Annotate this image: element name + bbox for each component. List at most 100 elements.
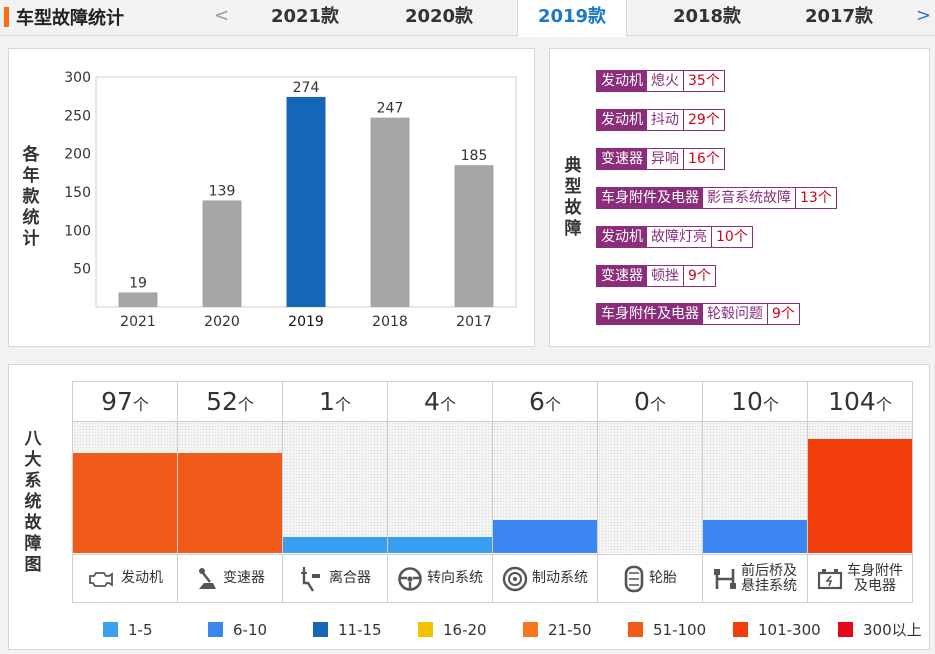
systems-table: 97个 发动机 52个 变速器 1个 离合器 4个 转向系统 6个 制动系统 0… xyxy=(72,381,913,603)
x-tick-label: 2020 xyxy=(204,314,240,330)
system-label: 离合器 xyxy=(283,554,387,602)
fault-count: 10个 xyxy=(712,227,752,247)
eight-systems-panel: 八大系统故障图 97个 发动机 52个 变速器 1个 离合器 4个 转向系统 6… xyxy=(8,364,930,650)
eight-systems-label: 八大系统故障图 xyxy=(24,429,42,575)
brake-disc-icon xyxy=(502,566,528,591)
legend-item: 1-5 xyxy=(103,619,208,640)
fault-category: 变速器 xyxy=(597,266,647,286)
system-count: 1个 xyxy=(283,382,387,422)
system-level-bar xyxy=(73,453,177,553)
next-arrow-icon[interactable]: > xyxy=(916,5,931,26)
system-level-bar xyxy=(388,537,492,553)
bar xyxy=(370,117,410,307)
fault-count: 9个 xyxy=(768,304,799,324)
x-tick-label: 2019 xyxy=(288,314,324,330)
system-steering[interactable]: 4个 转向系统 xyxy=(388,382,493,602)
legend-swatch xyxy=(418,622,433,637)
legend-item: 16-20 xyxy=(418,619,523,640)
system-level-bar xyxy=(283,537,387,553)
tab-2019[interactable]: 2019款 xyxy=(517,0,627,37)
tab-2020[interactable]: 2020款 xyxy=(392,0,486,36)
system-engine[interactable]: 97个 发动机 xyxy=(73,382,178,602)
system-level-box xyxy=(73,422,177,553)
system-count: 52个 xyxy=(178,382,282,422)
fault-count: 13个 xyxy=(796,188,836,208)
year-stats-panel: 各年款统计 50 100 150 200 250 300 19 2021 139 2020 274 2… xyxy=(8,48,535,347)
system-count: 104个 xyxy=(808,382,912,422)
fault-item[interactable]: 发动机 抖动 29个 xyxy=(596,109,725,131)
system-tire[interactable]: 0个 轮胎 xyxy=(598,382,703,602)
fault-type: 熄火 xyxy=(647,71,684,91)
bar xyxy=(202,200,242,307)
bar-value-label: 247 xyxy=(377,101,404,117)
system-label: 轮胎 xyxy=(598,554,702,602)
system-brake[interactable]: 6个 制动系统 xyxy=(493,382,598,602)
severity-legend: 1-5 6-10 11-15 16-20 21-50 51-100 101-30… xyxy=(103,619,935,640)
fault-item[interactable]: 发动机 熄火 35个 xyxy=(596,70,725,92)
legend-item: 300以上 xyxy=(838,619,935,640)
x-tick-label: 2021 xyxy=(120,314,156,330)
fault-type: 故障灯亮 xyxy=(647,227,712,247)
year-bar-chart: 50 100 150 200 250 300 19 2021 139 2020 274 2019 247… xyxy=(64,70,517,330)
system-count: 10个 xyxy=(703,382,807,422)
system-level-box xyxy=(703,422,807,553)
bar xyxy=(118,292,158,307)
legend-item: 6-10 xyxy=(208,619,313,640)
fault-item[interactable]: 车身附件及电器 影音系统故障 13个 xyxy=(596,187,837,209)
x-tick-label: 2018 xyxy=(372,314,408,330)
fault-category: 车身附件及电器 xyxy=(597,188,703,208)
clutch-icon xyxy=(301,566,320,592)
fault-count: 35个 xyxy=(684,71,724,91)
fault-category: 变速器 xyxy=(597,149,647,169)
legend-item: 51-100 xyxy=(628,619,733,640)
fault-item[interactable]: 变速器 异响 16个 xyxy=(596,148,725,170)
page-title: 车型故障统计 xyxy=(16,8,124,29)
tab-2018[interactable]: 2018款 xyxy=(660,0,754,36)
system-level-bar xyxy=(178,453,282,553)
legend-swatch xyxy=(733,622,748,637)
fault-item[interactable]: 变速器 顿挫 9个 xyxy=(596,265,716,287)
system-level-box xyxy=(388,422,492,553)
system-count: 0个 xyxy=(598,382,702,422)
fault-type: 影音系统故障 xyxy=(703,188,796,208)
tab-2021[interactable]: 2021款 xyxy=(258,0,352,36)
y-tick-label: 100 xyxy=(64,223,91,239)
gear-shift-icon xyxy=(199,567,216,589)
fault-count: 9个 xyxy=(684,266,715,286)
title-accent-bar xyxy=(4,7,9,27)
legend-swatch xyxy=(523,622,538,637)
system-level-box xyxy=(178,422,282,553)
tab-2017[interactable]: 2017款 xyxy=(792,0,886,36)
system-suspension[interactable]: 10个 前后桥及 悬挂系统 xyxy=(703,382,808,602)
system-level-bar xyxy=(493,520,597,553)
legend-swatch xyxy=(628,622,643,637)
header: 车型故障统计 < 2021款 2020款 2019款 2018款 2017款 > xyxy=(0,0,935,37)
engine-icon xyxy=(89,571,113,587)
system-count: 6个 xyxy=(493,382,597,422)
fault-type: 异响 xyxy=(647,149,684,169)
system-clutch[interactable]: 1个 离合器 xyxy=(283,382,388,602)
system-count: 97个 xyxy=(73,382,177,422)
fault-item[interactable]: 发动机 故障灯亮 10个 xyxy=(596,226,753,248)
legend-item: 21-50 xyxy=(523,619,628,640)
y-tick-label: 300 xyxy=(64,70,91,86)
system-level-box xyxy=(598,422,702,553)
system-transmission[interactable]: 52个 变速器 xyxy=(178,382,283,602)
system-label: 车身附件 及电器 xyxy=(808,554,912,602)
bar-value-label: 19 xyxy=(129,275,147,291)
bar xyxy=(454,165,494,307)
y-tick-label: 250 xyxy=(64,108,91,124)
system-body-electrical[interactable]: 104个 车身附件 及电器 xyxy=(808,382,913,602)
fault-count: 16个 xyxy=(684,149,724,169)
suspension-icon xyxy=(714,568,736,589)
steering-wheel-icon xyxy=(398,566,422,591)
y-tick-label: 150 xyxy=(64,185,91,201)
legend-item: 11-15 xyxy=(313,619,418,640)
prev-arrow-icon[interactable]: < xyxy=(214,5,229,26)
x-tick-label: 2017 xyxy=(456,314,492,330)
battery-icon xyxy=(817,568,843,589)
legend-swatch xyxy=(313,622,328,637)
system-label: 变速器 xyxy=(178,554,282,602)
typical-faults-label: 典型故障 xyxy=(564,156,582,239)
fault-item[interactable]: 车身附件及电器 轮毂问题 9个 xyxy=(596,303,800,325)
